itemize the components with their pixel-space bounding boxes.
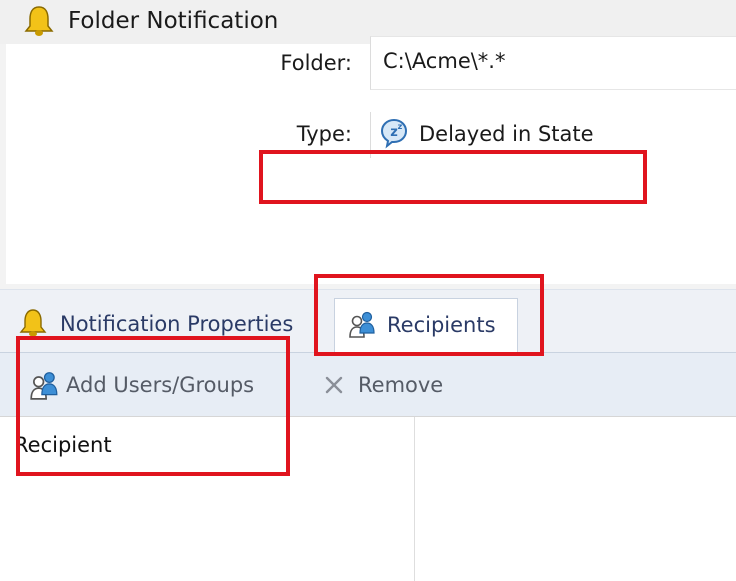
type-field[interactable]: z z Delayed in State <box>370 112 736 158</box>
recipient-column-header[interactable]: Recipient <box>14 431 112 459</box>
type-label: Type: <box>296 122 352 146</box>
window-title: Folder Notification <box>68 8 279 34</box>
type-value: Delayed in State <box>419 122 594 146</box>
users-icon <box>30 372 58 400</box>
folder-label: Folder: <box>280 51 352 75</box>
svg-text:z: z <box>390 125 398 140</box>
users-icon <box>349 311 375 338</box>
tab-notification-properties[interactable]: Notification Properties <box>18 298 314 350</box>
folder-field[interactable]: C:\Acme\*.* <box>370 36 736 90</box>
column-divider[interactable] <box>414 417 415 581</box>
delayed-state-icon: z z <box>380 118 408 149</box>
remove-label: Remove <box>358 373 444 397</box>
x-icon <box>325 376 343 394</box>
bell-icon <box>19 309 47 337</box>
tab-label: Notification Properties <box>60 312 294 336</box>
folder-path: C:\Acme\*.* <box>383 49 506 73</box>
recipients-list[interactable]: Recipient <box>0 416 736 581</box>
remove-button[interactable]: Remove <box>320 367 470 403</box>
tab-recipients[interactable]: Recipients <box>334 298 518 354</box>
add-users-groups-label: Add Users/Groups <box>66 373 255 397</box>
svg-text:z: z <box>398 122 403 131</box>
tab-strip: Notification Properties Recipients <box>0 289 736 354</box>
bell-icon <box>24 6 54 36</box>
recipients-toolbar: Add Users/Groups Remove <box>0 352 736 417</box>
add-users-groups-button[interactable]: Add Users/Groups <box>28 367 284 403</box>
tab-label: Recipients <box>387 313 496 337</box>
